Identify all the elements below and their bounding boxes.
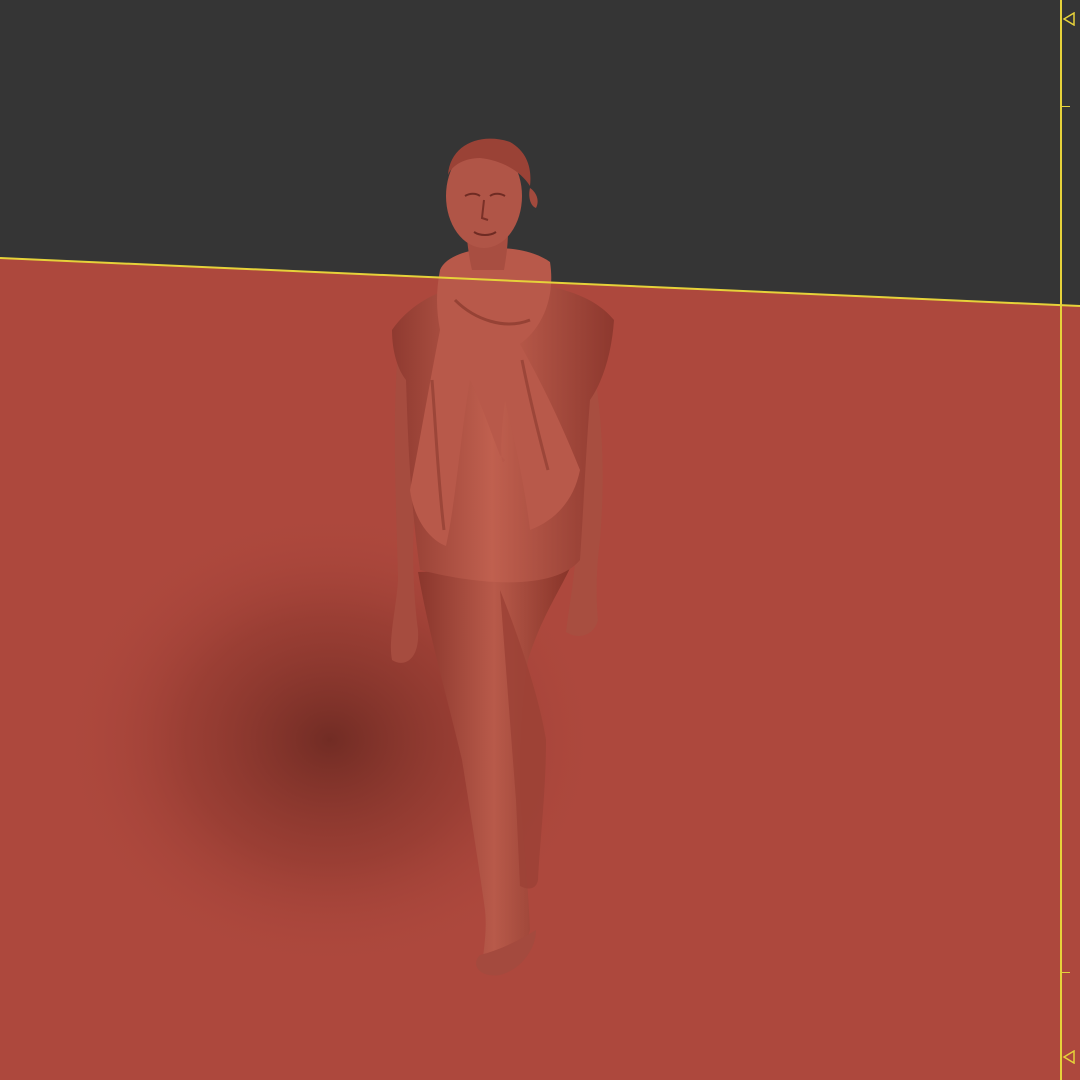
ruler-tick bbox=[1062, 972, 1070, 973]
scene-canvas[interactable] bbox=[0, 0, 1080, 1080]
ruler-line bbox=[1060, 0, 1062, 1080]
vertical-ruler[interactable] bbox=[1059, 0, 1080, 1080]
ruler-tick bbox=[1062, 106, 1070, 107]
3d-viewport[interactable] bbox=[0, 0, 1080, 1080]
